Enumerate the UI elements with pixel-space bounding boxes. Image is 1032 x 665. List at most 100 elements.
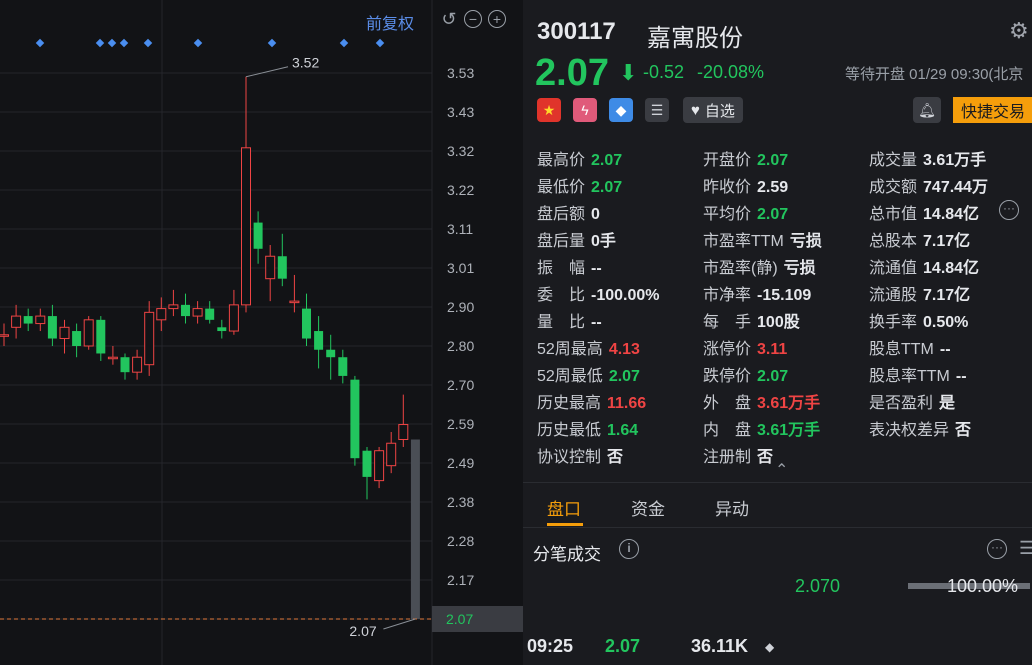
field-col3-4: 流通值 14.84亿 — [869, 254, 979, 278]
field-value: 2.07 — [757, 206, 789, 223]
price-change: -0.52 — [643, 62, 685, 82]
candle[interactable] — [362, 446, 372, 500]
field-col1-11: 协议控制否 — [537, 443, 623, 467]
candle[interactable] — [132, 349, 143, 380]
candle[interactable] — [205, 301, 215, 324]
candle[interactable] — [47, 304, 57, 346]
tab-capital[interactable]: 资金 — [631, 495, 665, 520]
candle-body — [144, 311, 155, 366]
tag-icon[interactable]: ◆ — [609, 98, 633, 122]
candle-body — [72, 331, 82, 346]
candle[interactable] — [11, 304, 22, 339]
field-value: 2.07 — [608, 368, 640, 385]
trade-direction-icon: ◆ — [765, 640, 775, 654]
candle-body — [120, 357, 130, 373]
field-col2-0: 开盘价 2.07 — [703, 146, 788, 170]
reset-icon[interactable]: ↺ — [440, 10, 458, 28]
candle[interactable] — [217, 319, 227, 339]
field-label: 市盈率TTM — [703, 233, 784, 250]
field-value: 7.17亿 — [923, 233, 971, 250]
buy-pct: 100.00% — [947, 576, 1019, 596]
candle[interactable] — [386, 432, 397, 474]
candle[interactable] — [374, 446, 385, 489]
field-label: 52周最高 — [537, 341, 603, 358]
tick-more-icon[interactable]: ··· — [987, 539, 1007, 559]
field-label: 是否盈利 — [869, 395, 934, 412]
more-icon[interactable]: ··· — [999, 200, 1019, 220]
chart-toolbar: ↺ − + — [440, 10, 506, 28]
quick-trade-button[interactable]: 快捷交易 — [953, 97, 1032, 123]
candle[interactable] — [192, 301, 203, 324]
tab-movement[interactable]: 异动 — [715, 495, 749, 520]
price-change-pct: -20.08% — [697, 62, 765, 82]
candle[interactable] — [168, 289, 179, 317]
quote-panel: 300117 嘉寓股份 ⚙ 2.07 ⬇ -0.52 -20.08% 等待开盘 … — [523, 0, 1032, 665]
flash-icon[interactable]: ϟ — [573, 98, 597, 122]
candle-body — [374, 450, 385, 482]
candle[interactable] — [302, 293, 311, 346]
y-tick-label: 2.17 — [447, 572, 474, 588]
document-icon[interactable]: ☰ — [645, 98, 669, 122]
zoom-in-icon[interactable]: + — [488, 10, 506, 28]
y-tick-label: 2.49 — [447, 455, 474, 471]
tick-trades-title: 分笔成交 — [533, 545, 601, 564]
field-value: -15.109 — [757, 287, 812, 304]
list-icon[interactable]: ☰ — [1019, 538, 1032, 559]
candle-body — [265, 255, 276, 280]
candle[interactable] — [350, 375, 360, 466]
candle[interactable] — [23, 308, 33, 332]
field-col1-0: 最高价 2.07 — [537, 146, 622, 170]
candle-body — [23, 316, 33, 324]
add-watchlist-button[interactable]: ♥ 自选 — [683, 97, 743, 123]
field-col3-8: 股息率TTM -- — [869, 362, 967, 386]
candle[interactable] — [277, 233, 287, 287]
gear-icon[interactable]: ⚙ — [1009, 18, 1029, 44]
candle[interactable] — [107, 346, 118, 365]
tab-orderbook[interactable]: 盘口 — [547, 495, 581, 520]
candle[interactable] — [72, 323, 82, 358]
kline-chart[interactable]: 3.53 3.43 3.32 3.22 3.11 3.01 2.90 2.80 2.70 2.59… — [0, 0, 523, 665]
candle-body — [253, 222, 263, 249]
candle[interactable] — [253, 211, 263, 264]
candle[interactable] — [35, 308, 46, 332]
field-value: 0 — [591, 206, 600, 223]
candle[interactable] — [410, 439, 420, 619]
field-label: 市净率 — [703, 287, 752, 304]
candle[interactable] — [314, 316, 324, 369]
candle[interactable] — [0, 323, 9, 346]
field-col1-5: 委 比 -100.00% — [537, 281, 660, 305]
high-annotation: 3.52 — [292, 55, 319, 71]
candle[interactable] — [144, 301, 155, 376]
candle-body — [59, 326, 70, 340]
bell-icon[interactable]: 🔔︎ — [913, 97, 941, 123]
candle[interactable] — [96, 316, 106, 361]
field-value: 0.50% — [923, 314, 969, 331]
candle[interactable] — [338, 349, 348, 384]
field-col1-2: 盘后额 0 — [537, 200, 600, 224]
candle[interactable] — [83, 316, 94, 350]
candle-body — [168, 304, 179, 310]
candle[interactable] — [326, 334, 336, 380]
stock-code: 300117 — [537, 18, 616, 45]
zoom-out-icon[interactable]: − — [464, 10, 482, 28]
candle[interactable] — [181, 293, 190, 324]
candle[interactable] — [59, 319, 70, 354]
candle[interactable] — [398, 394, 409, 447]
field-col1-9: 历史最高 11.66 — [537, 389, 646, 413]
field-value: 3.61万手 — [923, 152, 987, 169]
info-icon[interactable]: i — [619, 539, 639, 559]
candle[interactable] — [120, 353, 130, 380]
adjust-mode-button[interactable]: 前复权 — [366, 10, 414, 34]
y-tick-label: 3.32 — [447, 143, 474, 159]
field-value: 2.07 — [591, 152, 623, 169]
collapse-caret-icon[interactable]: ⌃ — [775, 460, 788, 480]
field-value: 3.61万手 — [757, 395, 821, 412]
candle[interactable] — [265, 245, 276, 302]
candle[interactable] — [156, 297, 167, 332]
kline-svg[interactable]: 3.53 3.43 3.32 3.22 3.11 3.01 2.90 2.80 2.70 2.59… — [0, 0, 523, 665]
field-label: 涨停价 — [703, 341, 752, 358]
field-col2-1: 昨收价 2.59 — [703, 173, 788, 197]
candle-body — [205, 308, 215, 320]
field-label: 振 幅 — [537, 260, 586, 277]
candle[interactable] — [228, 289, 239, 335]
